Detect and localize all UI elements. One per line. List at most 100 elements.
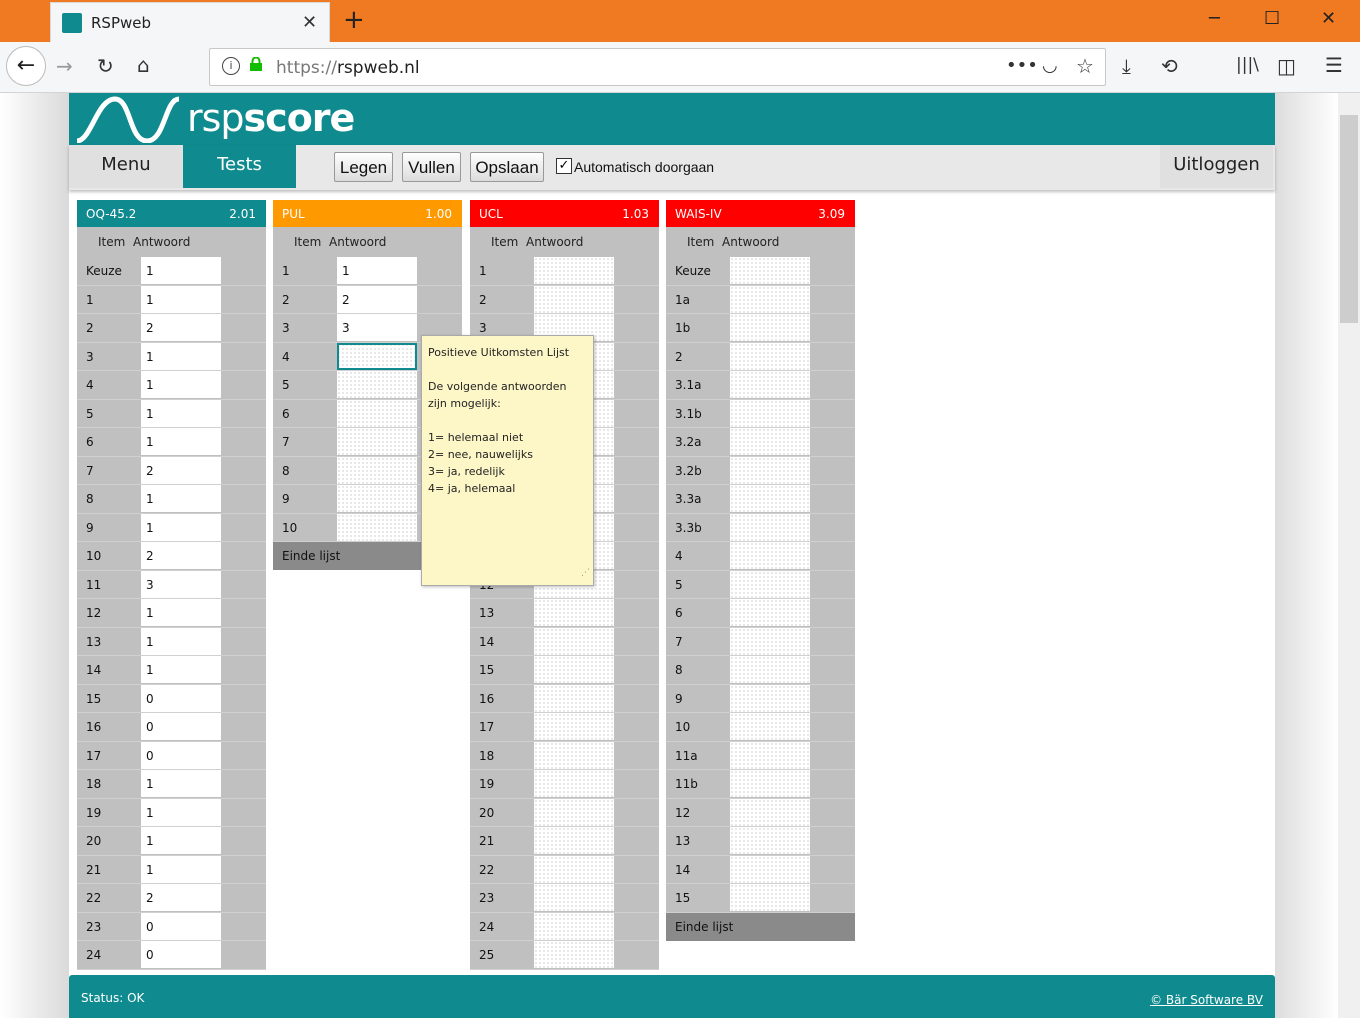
panel-header[interactable]: OQ-45.2 2.01 xyxy=(77,200,266,227)
answer-input[interactable] xyxy=(730,428,810,455)
library-icon[interactable]: |||\ xyxy=(1236,55,1259,75)
answer-input[interactable] xyxy=(534,656,614,683)
answer-input[interactable] xyxy=(337,371,417,398)
reload-icon[interactable]: ↻ xyxy=(97,54,114,78)
answer-input[interactable] xyxy=(730,855,810,883)
hamburger-menu-icon[interactable]: ☰ xyxy=(1325,53,1343,77)
maximize-button[interactable]: ☐ xyxy=(1264,8,1280,29)
logout-button[interactable]: Uitloggen xyxy=(1160,145,1273,188)
answer-input[interactable] xyxy=(337,399,417,427)
answer-input[interactable]: 0 xyxy=(141,941,221,968)
window-close-button[interactable]: ✕ xyxy=(1321,8,1336,29)
answer-input[interactable]: 2 xyxy=(337,285,417,313)
answer-input[interactable] xyxy=(534,855,614,883)
answer-input[interactable]: 1 xyxy=(141,399,221,427)
answer-input[interactable]: 1 xyxy=(337,257,417,284)
answer-input[interactable]: 2 xyxy=(141,456,221,484)
answer-input[interactable] xyxy=(534,798,614,826)
download-icon[interactable]: ⤓ xyxy=(1122,54,1131,78)
answer-input[interactable]: 1 xyxy=(141,770,221,797)
minimize-button[interactable]: ─ xyxy=(1209,8,1220,29)
answer-input[interactable] xyxy=(337,485,417,512)
answer-input[interactable]: 0 xyxy=(141,912,221,940)
auto-continue-checkbox[interactable]: ✓ xyxy=(556,158,572,174)
answer-input[interactable] xyxy=(730,884,810,911)
answer-input[interactable]: 1 xyxy=(141,827,221,854)
answer-input[interactable] xyxy=(730,627,810,655)
menu-button[interactable]: Menu xyxy=(69,145,183,188)
answer-input[interactable] xyxy=(730,285,810,313)
answer-input[interactable] xyxy=(730,599,810,626)
sidebar-icon[interactable]: ◫ xyxy=(1277,54,1296,78)
browser-tab[interactable]: RSPweb ✕ xyxy=(50,2,330,42)
scrollbar-thumb[interactable] xyxy=(1340,115,1358,323)
answer-input[interactable] xyxy=(534,684,614,712)
answer-input[interactable] xyxy=(730,684,810,712)
forward-arrow-icon[interactable]: → xyxy=(56,54,73,78)
answer-input[interactable]: 1 xyxy=(141,599,221,626)
back-arrow-icon[interactable]: ← xyxy=(6,46,46,86)
tests-tab[interactable]: Tests xyxy=(183,145,296,188)
answer-input[interactable] xyxy=(534,713,614,740)
answer-input[interactable] xyxy=(730,798,810,826)
answer-input[interactable] xyxy=(534,285,614,313)
answer-input[interactable] xyxy=(534,741,614,769)
panel-header[interactable]: PUL 1.00 xyxy=(273,200,462,227)
answer-input[interactable] xyxy=(730,741,810,769)
answer-input[interactable]: 3 xyxy=(141,570,221,598)
answer-input[interactable] xyxy=(534,257,614,284)
save-button[interactable]: Opslaan xyxy=(470,152,544,182)
answer-input[interactable]: 0 xyxy=(141,713,221,740)
answer-input[interactable] xyxy=(730,257,810,284)
new-tab-button[interactable]: + xyxy=(343,5,365,35)
answer-input[interactable] xyxy=(534,627,614,655)
answer-input[interactable] xyxy=(730,770,810,797)
answer-input[interactable]: 1 xyxy=(141,656,221,683)
answer-input[interactable]: 1 xyxy=(141,342,221,370)
answer-input[interactable] xyxy=(730,342,810,370)
answer-input[interactable] xyxy=(730,827,810,854)
answer-input[interactable] xyxy=(730,485,810,512)
copyright-link[interactable]: © Bär Software BV xyxy=(1150,993,1263,1007)
answer-input[interactable]: 1 xyxy=(141,855,221,883)
clear-button[interactable]: Legen xyxy=(334,152,393,182)
resize-grip-icon[interactable]: ⋰ xyxy=(581,565,590,582)
answer-input[interactable] xyxy=(337,456,417,484)
answer-input[interactable]: 1 xyxy=(141,513,221,541)
answer-input[interactable]: 2 xyxy=(141,314,221,341)
answer-input[interactable] xyxy=(534,941,614,968)
answer-input[interactable]: 1 xyxy=(141,285,221,313)
answer-input[interactable] xyxy=(730,314,810,341)
answer-input[interactable]: 1 xyxy=(141,798,221,826)
answer-input[interactable]: 0 xyxy=(141,741,221,769)
answer-input[interactable] xyxy=(337,513,417,541)
home-icon[interactable]: ⌂ xyxy=(137,53,150,77)
answer-input[interactable] xyxy=(730,713,810,740)
answer-input[interactable] xyxy=(534,827,614,854)
answer-input[interactable] xyxy=(730,570,810,598)
answer-input[interactable] xyxy=(534,884,614,911)
tab-close-icon[interactable]: ✕ xyxy=(302,12,317,33)
answer-input[interactable]: 0 xyxy=(141,684,221,712)
answer-input[interactable]: 1 xyxy=(141,485,221,512)
answer-input[interactable]: 3 xyxy=(337,314,417,341)
url-bar[interactable]: i https://rspweb.nl ••• ◡ ☆ xyxy=(209,48,1106,86)
answer-input[interactable] xyxy=(534,599,614,626)
pocket-icon[interactable]: ◡ xyxy=(1042,55,1058,76)
panel-header[interactable]: UCL 1.03 xyxy=(470,200,659,227)
answer-input[interactable]: 1 xyxy=(141,257,221,284)
answer-input[interactable] xyxy=(337,428,417,455)
answer-input[interactable] xyxy=(534,912,614,940)
answer-input[interactable]: 1 xyxy=(141,371,221,398)
fill-button[interactable]: Vullen xyxy=(402,152,461,182)
answer-input[interactable] xyxy=(730,656,810,683)
history-icon[interactable]: ⟲ xyxy=(1161,54,1178,78)
more-actions-icon[interactable]: ••• xyxy=(1006,55,1038,76)
info-icon[interactable]: i xyxy=(222,57,240,75)
answer-input[interactable]: 1 xyxy=(141,627,221,655)
answer-input[interactable]: 1 xyxy=(141,428,221,455)
panel-header[interactable]: WAIS-IV 3.09 xyxy=(666,200,855,227)
answer-input[interactable] xyxy=(730,371,810,398)
answer-input[interactable] xyxy=(730,513,810,541)
bookmark-star-icon[interactable]: ☆ xyxy=(1076,54,1094,78)
